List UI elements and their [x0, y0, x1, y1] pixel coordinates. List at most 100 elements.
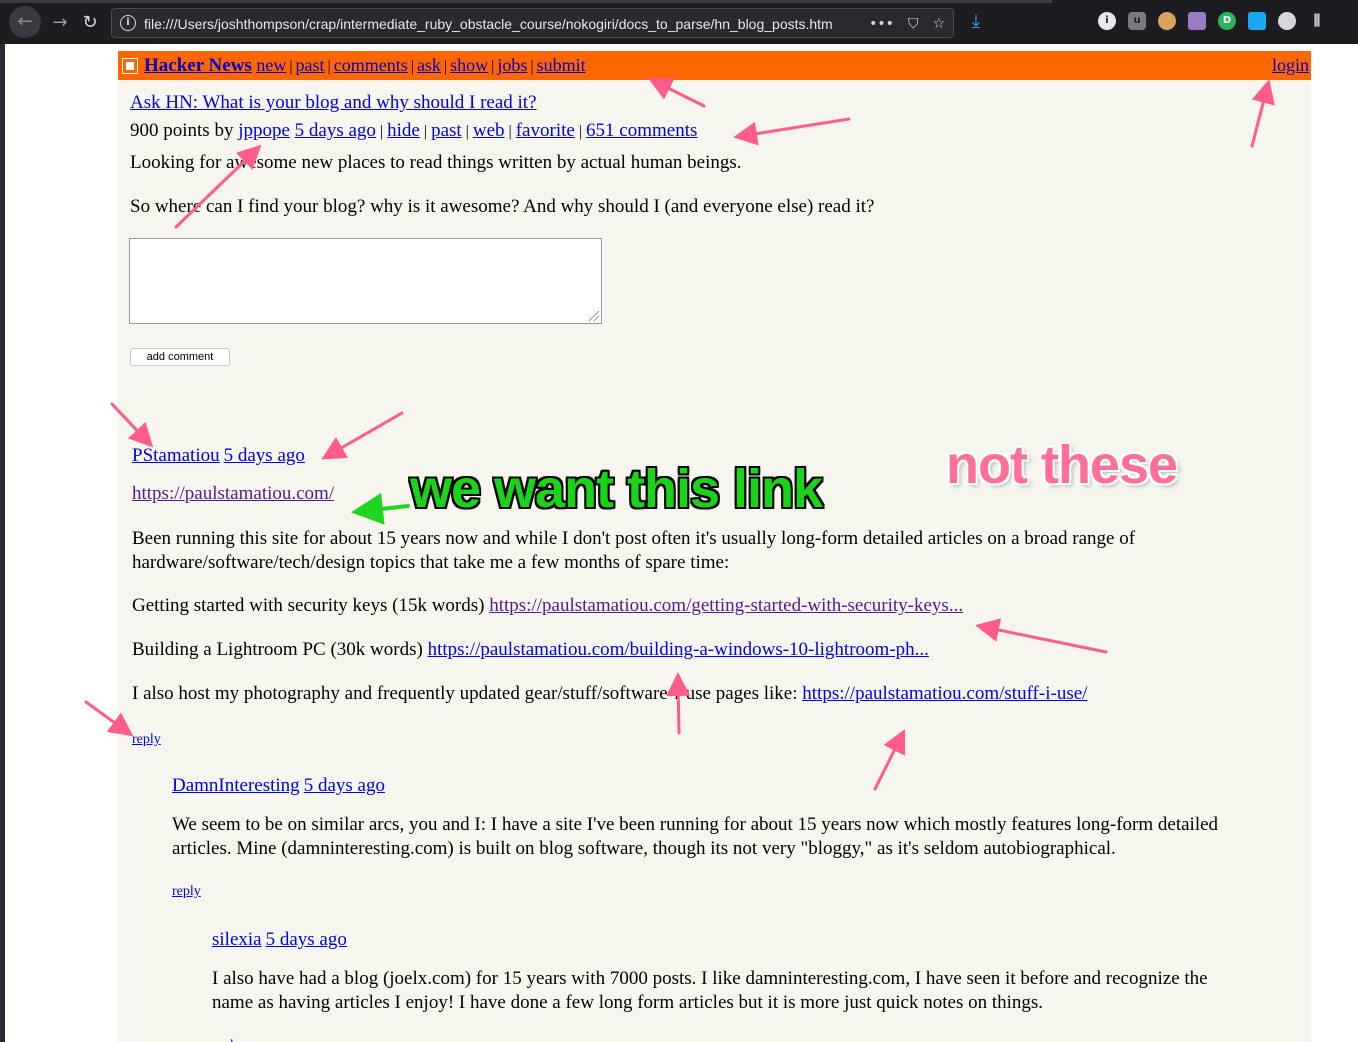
arrow-right-icon: → [52, 12, 68, 33]
comment-header: silexia 5 days ago [212, 929, 1292, 951]
reply-link[interactable]: reply [132, 732, 161, 747]
browser-toolbar: ← → ↻ i file:///Users/joshthompson/crap/… [0, 0, 1358, 44]
comment-text: Been running this site for about 15 year… [132, 528, 1136, 549]
bookmark-star-icon[interactable]: ☆ [932, 13, 945, 35]
story-subtext: 900 points by jppope 5 days ago | hide | pas… [130, 120, 697, 142]
comment-text: articles. Mine (damninteresting.com) is … [172, 838, 1116, 859]
story-points: 900 points by [130, 120, 234, 141]
comment-damninteresting: DamnInteresting 5 days ago We seem to be … [172, 775, 1292, 899]
comments-count-link[interactable]: 651 comments [586, 120, 697, 141]
account-icon[interactable] [1278, 12, 1296, 30]
past-link[interactable]: past [431, 120, 462, 141]
library-icon[interactable]: ⫼ [1308, 12, 1326, 30]
comment-reply-row: reply [212, 1033, 241, 1042]
nav-past[interactable]: past [296, 55, 325, 75]
info-icon[interactable]: i [1098, 12, 1116, 30]
green-d-icon[interactable]: D [1218, 12, 1236, 30]
subtext-separator: | [379, 123, 384, 140]
article-link[interactable]: https://paulstamatiou.com/stuff-i-use/ [802, 683, 1087, 704]
comment-text: We seem to be on similar arcs, you and I… [172, 814, 1219, 835]
comment-line: I also host my photography and frequentl… [132, 683, 1087, 705]
comment-reply-row: reply [132, 727, 161, 749]
nav-separator: | [327, 58, 331, 75]
download-icon[interactable]: ⤓ [966, 10, 986, 34]
blog-url-link[interactable]: https://paulstamatiou.com/ [132, 483, 334, 504]
comment-age-link[interactable]: 5 days ago [266, 929, 347, 950]
story-text: Looking for awesome new places to read t… [130, 152, 742, 173]
arrow-left-icon: ← [17, 11, 33, 32]
annotation-green-label: we want this link [410, 459, 823, 519]
nav-submit[interactable]: submit [537, 55, 586, 75]
hn-logo-icon[interactable] [122, 58, 138, 74]
nav-separator: | [289, 58, 293, 75]
info-icon[interactable]: i [120, 15, 136, 31]
comment-user-link[interactable]: silexia [212, 929, 262, 950]
comment-user-link[interactable]: PStamatiou [132, 445, 220, 466]
comment-body: We seem to be on similar arcs, you and I… [172, 813, 1292, 861]
subtext-separator: | [578, 123, 583, 140]
article-link[interactable]: https://paulstamatiou.com/getting-starte… [489, 595, 963, 616]
comment-text: Building a Lightroom PC (30k words) [132, 639, 423, 660]
cookie-icon[interactable] [1158, 12, 1176, 30]
comment-line: Building a Lightroom PC (30k words) http… [132, 639, 929, 661]
comment-text: I also host my photography and frequentl… [132, 683, 798, 704]
reload-button[interactable]: ↻ [74, 8, 106, 38]
hide-link[interactable]: hide [387, 120, 420, 141]
comment-text: I also have had a blog (joelx.com) for 1… [212, 968, 1208, 989]
story-age-link[interactable]: 5 days ago [295, 120, 376, 141]
annotation-pink-label: not these [946, 435, 1178, 495]
reload-icon: ↻ [82, 12, 98, 33]
story-user-link[interactable]: jppope [238, 120, 290, 141]
nav-comments[interactable]: comments [334, 55, 408, 75]
subtext-separator: | [508, 123, 512, 140]
hn-site-title[interactable]: Hacker News [144, 55, 252, 76]
comment-text: name as having articles I enjoy! I have … [212, 992, 1044, 1013]
ublock-icon[interactable]: u [1128, 12, 1146, 30]
story-text: So where can I find your blog? why is it… [130, 196, 875, 217]
extension-icons: i u D ⫼ [1098, 12, 1326, 34]
url-text[interactable]: file:///Users/joshthompson/crap/intermed… [144, 15, 844, 33]
blue-gem-icon[interactable] [1248, 12, 1266, 30]
nav-new[interactable]: new [256, 55, 286, 75]
nav-separator: | [410, 58, 414, 75]
hn-nav: Hacker News new | past | comments | ask | show | j… [144, 51, 586, 81]
comment-header: DamnInteresting 5 days ago [172, 775, 1292, 797]
web-link[interactable]: web [473, 120, 505, 141]
comment-user-link[interactable]: DamnInteresting [172, 775, 300, 796]
favorite-link[interactable]: favorite [516, 120, 575, 141]
hn-header: Hacker News new | past | comments | ask | show | j… [118, 51, 1311, 80]
nav-ask[interactable]: ask [417, 55, 441, 75]
story-title[interactable]: Ask HN: What is your blog and why should… [130, 92, 537, 114]
comment-text: Getting started with security keys (15k … [132, 595, 485, 616]
add-comment-button[interactable]: add comment [130, 348, 230, 366]
comment-textarea[interactable] [129, 238, 602, 324]
tab-strip [0, 0, 1052, 3]
subtext-separator: | [465, 123, 469, 140]
comment-body: https://paulstamatiou.com/ [132, 483, 334, 505]
pocket-icon[interactable]: ⛉ [908, 13, 919, 35]
comment-age-link[interactable]: 5 days ago [304, 775, 385, 796]
comment-text: hardware/software/tech/design topics tha… [132, 552, 730, 573]
login-link[interactable]: login [1272, 51, 1309, 80]
github-icon[interactable] [1188, 12, 1206, 30]
subtext-separator: | [423, 123, 428, 140]
reply-link[interactable]: reply [212, 1038, 241, 1042]
address-bar[interactable]: i file:///Users/joshthompson/crap/interm… [111, 8, 954, 38]
comment-body: Been running this site for about 15 year… [132, 527, 1292, 575]
forward-button[interactable]: → [44, 8, 76, 38]
page-actions-button[interactable]: ••• [869, 13, 894, 35]
back-button[interactable]: ← [9, 6, 41, 38]
nav-jobs[interactable]: jobs [497, 55, 527, 75]
nav-separator: | [530, 58, 534, 75]
comment-line: Getting started with security keys (15k … [132, 595, 963, 617]
article-link[interactable]: https://paulstamatiou.com/building-a-win… [428, 639, 929, 660]
url-actions: ••• ⛉ ☆ [869, 13, 945, 35]
reply-link[interactable]: reply [172, 884, 201, 899]
comment-age-link[interactable]: 5 days ago [224, 445, 305, 466]
comment-body: I also have had a blog (joelx.com) for 1… [212, 967, 1292, 1015]
nav-separator: | [491, 58, 495, 75]
nav-show[interactable]: show [450, 55, 488, 75]
hn-page: Hacker News new | past | comments | ask | show | j… [118, 51, 1311, 1042]
sidebar-edge [0, 44, 5, 1042]
comment-silexia: silexia 5 days ago I also have had a blog… [212, 929, 1292, 1042]
